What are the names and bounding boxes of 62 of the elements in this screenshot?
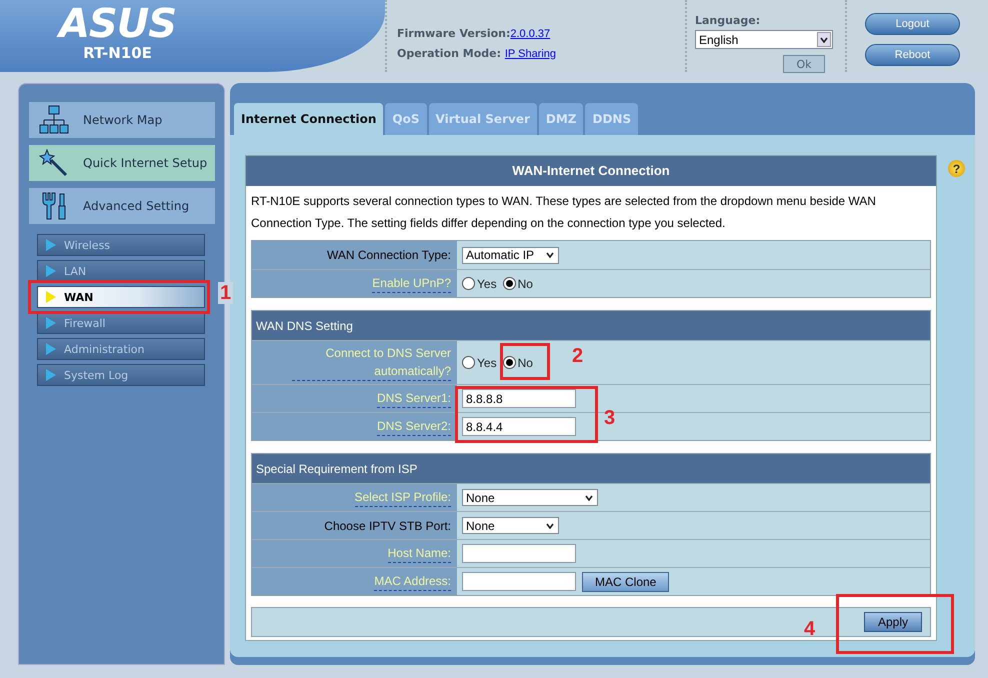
radio-label: Yes bbox=[477, 354, 497, 372]
annotation-number: 2 bbox=[572, 345, 584, 368]
header-button[interactable]: Reboot bbox=[865, 44, 960, 66]
tab[interactable]: Virtual Server bbox=[428, 103, 537, 135]
radio-label: No bbox=[518, 276, 533, 292]
sidebar-item[interactable]: Advanced Setting bbox=[29, 188, 215, 224]
tab[interactable]: QoS bbox=[385, 103, 427, 135]
triangle-icon bbox=[46, 291, 56, 303]
radio-label: No bbox=[518, 354, 533, 372]
language-label: Language: bbox=[695, 14, 762, 27]
field-label: WAN Connection Type: bbox=[326, 247, 451, 264]
form-title: WAN-Internet Connection bbox=[246, 156, 936, 186]
logo: ASUS bbox=[58, 4, 176, 44]
apply-button[interactable]: Apply bbox=[864, 612, 922, 632]
tab[interactable]: DDNS bbox=[585, 103, 638, 135]
header-button[interactable]: Logout bbox=[865, 13, 960, 35]
dropdown[interactable]: None bbox=[462, 517, 559, 534]
menu-item[interactable]: LAN bbox=[37, 260, 205, 282]
mode-link[interactable]: IP Sharing bbox=[504, 48, 556, 60]
magic-wand-icon bbox=[39, 148, 69, 178]
annotation-number: 3 bbox=[604, 407, 616, 430]
text-field[interactable]: 8.8.8.8 bbox=[462, 389, 576, 408]
annotation-box bbox=[500, 343, 550, 380]
radio-label: Yes bbox=[477, 276, 497, 292]
radio-button[interactable] bbox=[502, 277, 516, 290]
mode-label: Operation Mode: bbox=[397, 47, 502, 60]
tab[interactable]: Internet Connection bbox=[234, 103, 384, 135]
triangle-icon bbox=[46, 317, 56, 329]
radio-button[interactable] bbox=[462, 356, 475, 369]
caret-icon bbox=[817, 32, 831, 47]
annotation-number: 1 bbox=[218, 282, 234, 304]
network-icon bbox=[39, 105, 69, 135]
triangle-icon bbox=[46, 343, 56, 355]
radio-button[interactable] bbox=[502, 356, 516, 369]
firmware-link[interactable]: 2.0.0.37 bbox=[510, 28, 550, 40]
help-icon[interactable]: ? bbox=[948, 160, 965, 177]
dropdown[interactable]: Automatic IP bbox=[462, 246, 559, 264]
menu-item[interactable]: Wireless bbox=[37, 234, 205, 256]
triangle-icon bbox=[46, 239, 56, 251]
text-field[interactable] bbox=[462, 572, 576, 591]
tab[interactable]: DMZ bbox=[538, 103, 584, 135]
text-field[interactable] bbox=[462, 544, 576, 563]
description-text: RT-N10E supports several connection types to WAN. These types are selected from the dropdown menu beside WAN Connection Type. The setting fields differ depending on the connection type you selected. bbox=[251, 193, 877, 232]
radio-button[interactable] bbox=[462, 277, 475, 290]
language-select[interactable]: English bbox=[695, 30, 833, 49]
annotation-number: 4 bbox=[804, 618, 816, 641]
mac-clone-button[interactable]: MAC Clone bbox=[582, 572, 670, 592]
section-heading: WAN DNS Setting bbox=[252, 311, 930, 340]
text-field[interactable]: 8.8.4.4 bbox=[462, 417, 576, 436]
model-name: RT-N10E bbox=[83, 44, 152, 62]
field-label: Choose IPTV STB Port: bbox=[324, 518, 451, 534]
menu-item[interactable]: Firewall bbox=[37, 312, 205, 334]
sidebar-item[interactable]: Network Map bbox=[29, 102, 215, 138]
firmware-label: Firmware Version: bbox=[397, 27, 510, 40]
menu-item[interactable]: WAN bbox=[37, 286, 205, 308]
dropdown[interactable]: None bbox=[462, 489, 598, 506]
triangle-icon bbox=[46, 369, 56, 381]
menu-item[interactable]: Administration bbox=[37, 338, 205, 360]
sidebar-item[interactable]: Quick Internet Setup bbox=[29, 145, 215, 181]
triangle-icon bbox=[46, 265, 56, 277]
section-heading: Special Requirement from ISP bbox=[252, 454, 930, 483]
menu-item[interactable]: System Log bbox=[37, 364, 205, 386]
